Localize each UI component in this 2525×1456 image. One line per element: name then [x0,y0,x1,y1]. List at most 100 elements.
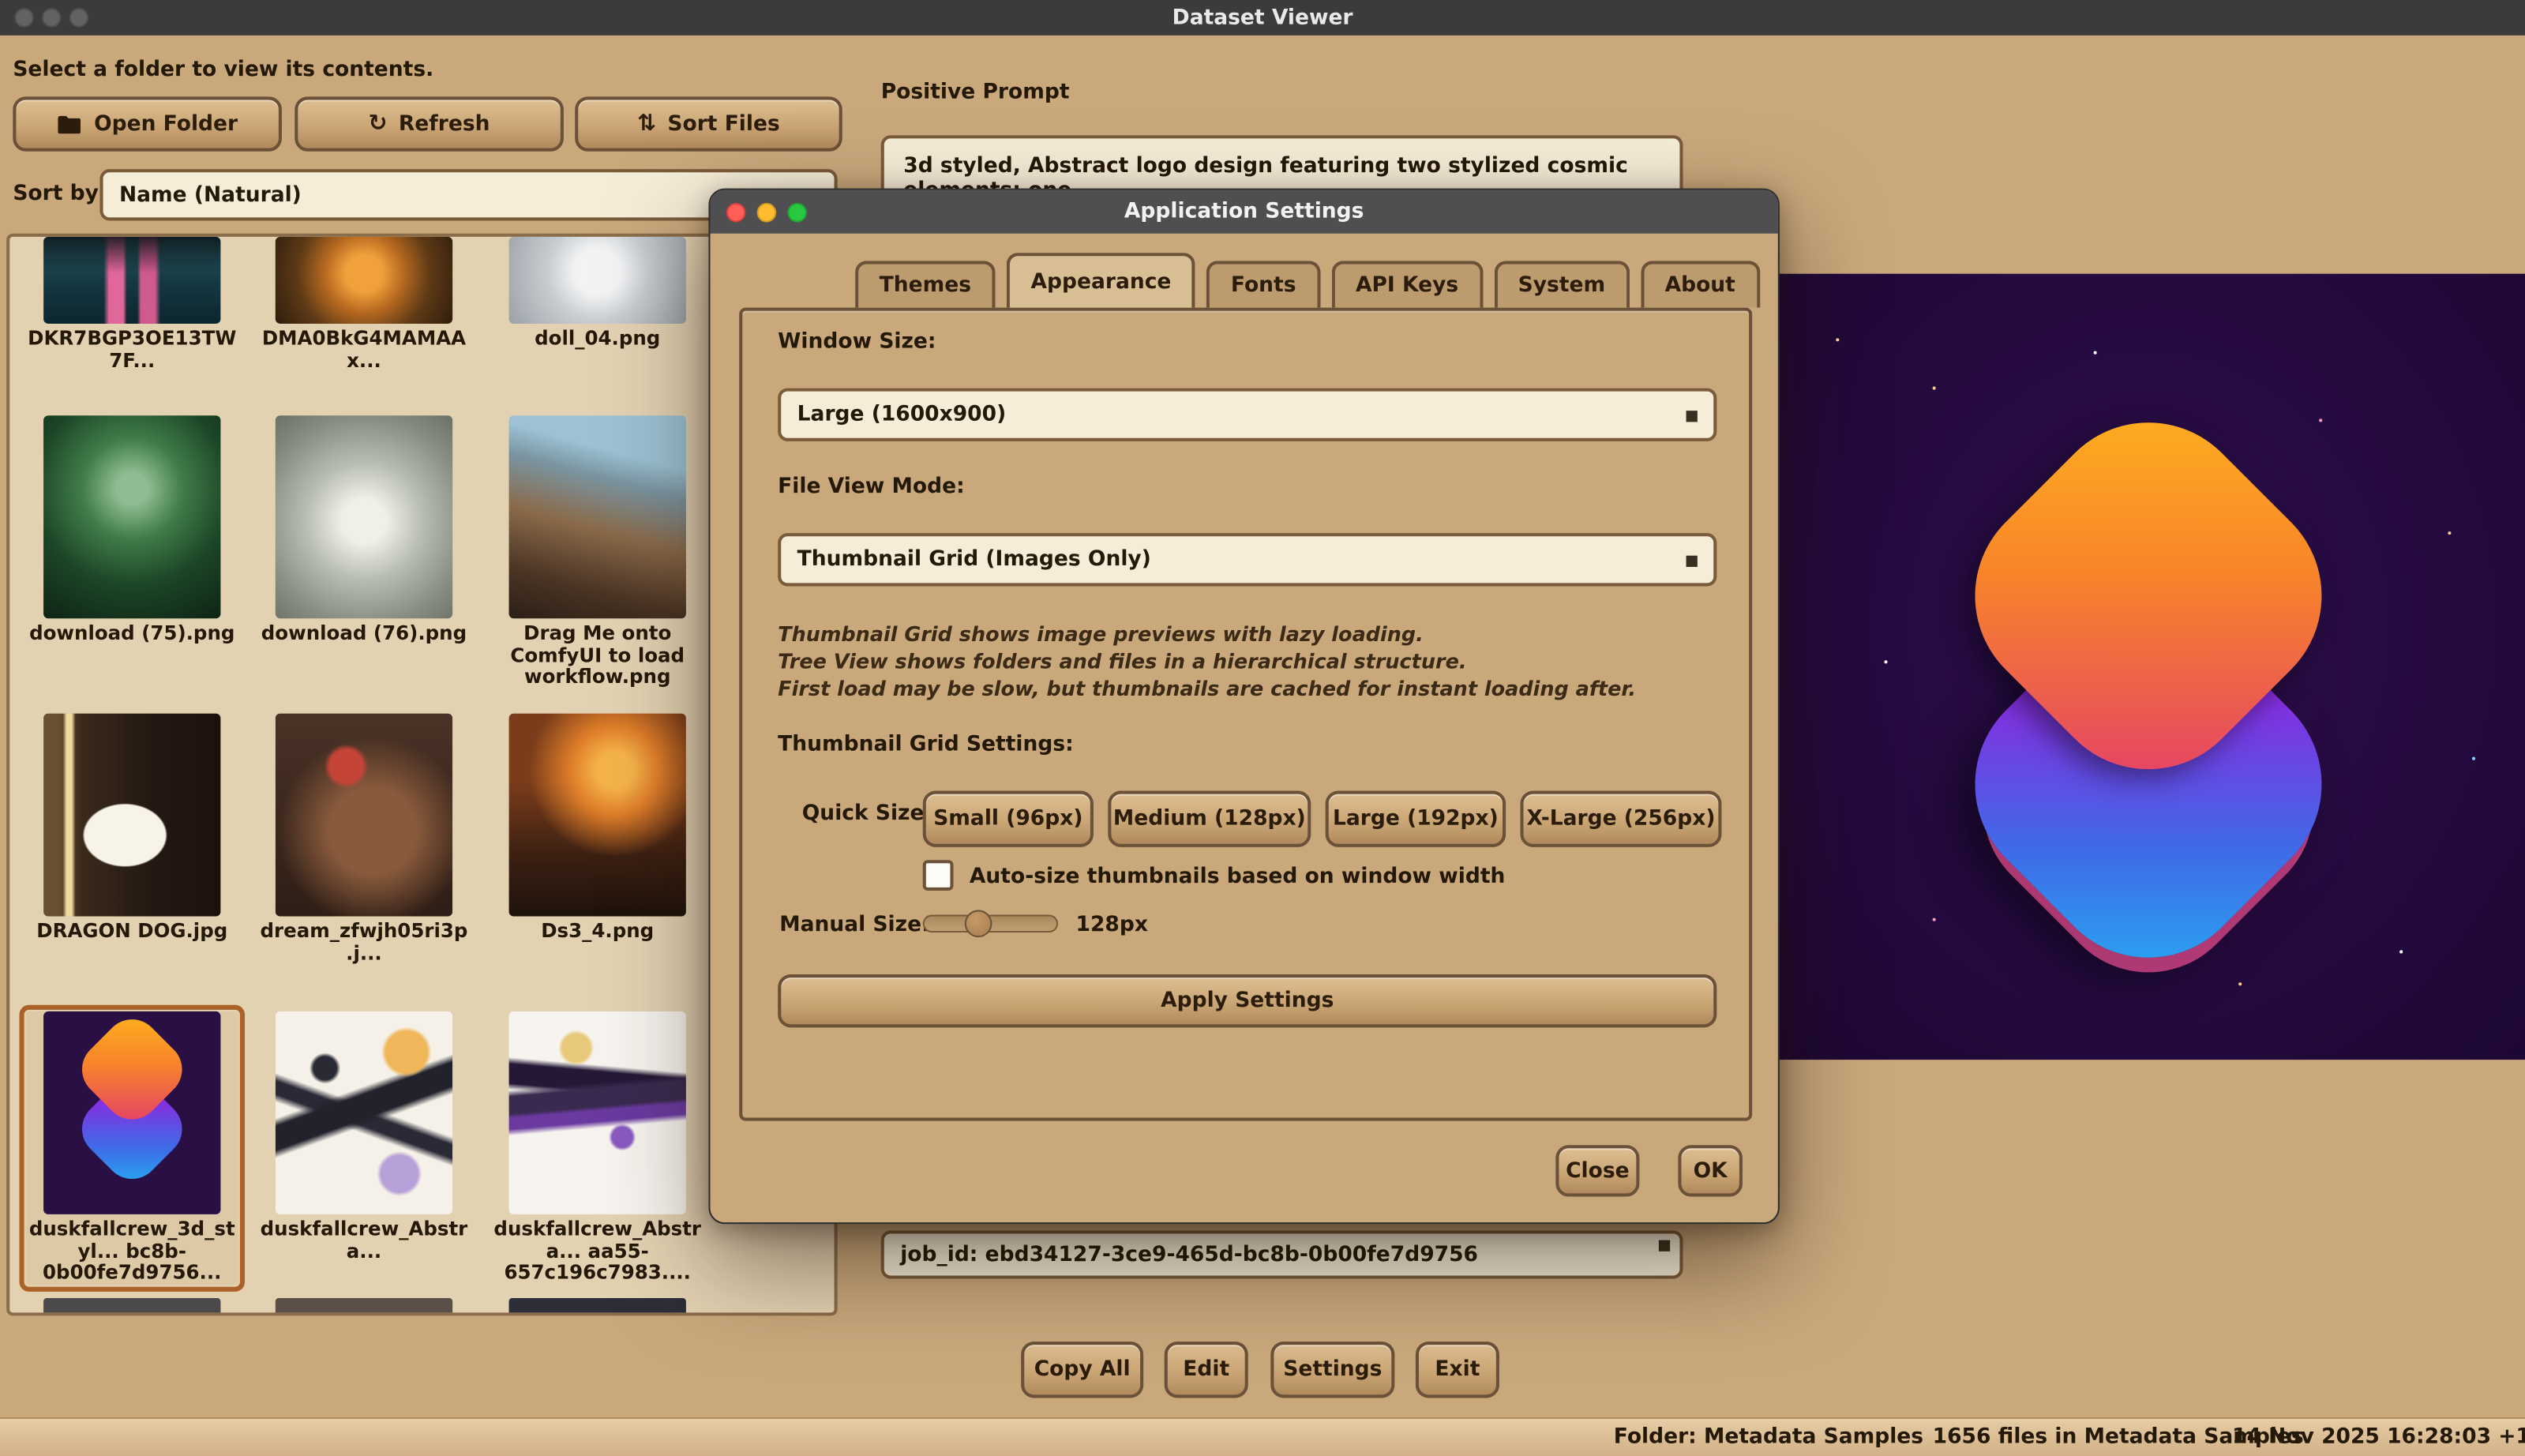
status-bar: Folder: Metadata Samples 1656 files in M… [0,1417,2525,1456]
dialog-minimize-icon[interactable] [757,203,776,222]
dialog-close-label: Close [1566,1159,1630,1184]
sort-files-button[interactable]: ⇅ Sort Files [575,96,842,151]
file-thumbnail [276,415,452,618]
main-titlebar: Dataset Viewer [0,0,2525,36]
dialog-titlebar: Application Settings [711,190,1778,234]
file-cell[interactable]: duskfallcrew_Abstra... aa55-657c196c7983… [491,1011,703,1285]
settings-label: Settings [1283,1357,1382,1382]
file-cell[interactable]: Ds3_4.png [491,714,703,944]
application-settings-dialog: Application Settings Themes Appearance F… [708,189,1779,1225]
file-cell[interactable]: dream_zfwjh05ri3p.j... [257,714,470,965]
status-timestamp: 14 Nov 2025 16:28:03 +1300 [2232,1425,2525,1450]
file-thumbnail [43,237,220,324]
file-name: duskfallcrew_Abstra... [257,1219,470,1263]
file-cell[interactable]: DMA0BkG4MAMAAx... [257,237,470,372]
partial-next-row-thumbnail [276,1298,452,1315]
status-folder: Folder: Metadata Samples [1614,1425,1923,1450]
open-folder-label: Open Folder [94,112,238,137]
file-cell[interactable]: download (76).png [257,415,470,645]
file-thumbnail [509,714,686,917]
file-cell[interactable]: doll_04.png [491,237,703,351]
sort-by-label: Sort by: [13,182,107,206]
star-dots [1836,338,1839,341]
tab-fonts[interactable]: Fonts [1206,261,1320,307]
dialog-close-icon[interactable] [726,203,745,222]
folder-instruction: Select a folder to view its contents. [13,58,433,82]
window-minimize-icon[interactable] [42,8,61,27]
app-window: Dataset Viewer Select a folder to view i… [0,0,2525,1456]
tab-appearance[interactable]: Appearance [1007,253,1195,307]
partial-next-row-thumbnail [509,1298,686,1315]
dialog-window-controls [726,203,807,222]
file-name: Ds3_4.png [491,921,703,944]
file-cell[interactable]: DRAGON DOG.jpg [26,714,238,944]
edit-button[interactable]: Edit [1165,1342,1248,1398]
window-controls [14,8,88,27]
file-thumbnail [509,237,686,324]
file-thumbnail [276,1011,452,1214]
file-thumbnail [509,1011,686,1214]
file-name: DMA0BkG4MAMAAx... [257,328,470,372]
appearance-tab-panel [739,308,1752,1121]
folder-icon [57,114,83,135]
tab-about[interactable]: About [1641,261,1759,307]
file-name: DKR7BGP3OE13TW7F... [26,328,238,372]
sort-icon: ⇅ [637,111,656,137]
file-cell[interactable]: Drag Me onto ComfyUI to load workflow.pn… [491,415,703,689]
tab-label: API Keys [1356,274,1458,298]
dialog-ok-label: OK [1694,1159,1728,1184]
open-folder-button[interactable]: Open Folder [13,96,282,151]
copy-all-button[interactable]: Copy All [1021,1342,1143,1398]
exit-label: Exit [1435,1357,1480,1382]
tab-label: About [1665,274,1735,298]
dialog-zoom-icon[interactable] [787,203,806,222]
sort-by-value: Name (Natural) [119,183,302,208]
tab-label: System [1518,274,1605,298]
settings-tabs: Themes Appearance Fonts API Keys System … [855,253,1759,307]
positive-prompt-label: Positive Prompt [881,81,1070,105]
tab-system[interactable]: System [1494,261,1630,307]
copy-all-label: Copy All [1034,1357,1131,1382]
file-thumbnail [43,714,220,917]
tab-label: Appearance [1031,270,1172,295]
tab-api-keys[interactable]: API Keys [1331,261,1482,307]
file-cell[interactable]: download (75).png [26,415,238,645]
dialog-close-button[interactable]: Close [1555,1145,1639,1196]
job-id-field[interactable]: job_id: ebd34127-3ce9-465d-bc8b-0b00fe7d… [881,1230,1683,1278]
settings-button[interactable]: Settings [1270,1342,1394,1398]
job-id-text: job_id: ebd34127-3ce9-465d-bc8b-0b00fe7d… [900,1243,1478,1267]
refresh-label: Refresh [399,112,490,137]
file-name: Drag Me onto ComfyUI to load workflow.pn… [491,623,703,689]
file-cell[interactable]: DKR7BGP3OE13TW7F... [26,237,238,372]
file-name: dream_zfwjh05ri3p.j... [257,921,470,965]
file-thumbnail [43,415,220,618]
field-scroll-indicator-icon [1659,1240,1670,1251]
exit-button[interactable]: Exit [1416,1342,1499,1398]
file-cell[interactable]: duskfallcrew_Abstra... [257,1011,470,1263]
partial-next-row-thumbnail [43,1298,220,1315]
tab-themes[interactable]: Themes [855,261,996,307]
window-title: Dataset Viewer [0,6,2525,30]
dialog-title: Application Settings [711,200,1778,224]
refresh-button[interactable]: ↻ Refresh [295,96,564,151]
file-name: duskfallcrew_3d_styl... bc8b-0b00fe7d975… [26,1219,238,1285]
tab-label: Fonts [1231,274,1296,298]
file-cell-selected[interactable]: duskfallcrew_3d_styl... bc8b-0b00fe7d975… [26,1011,238,1285]
file-name: duskfallcrew_Abstra... aa55-657c196c7983… [491,1219,703,1285]
file-name: doll_04.png [491,328,703,351]
file-name: download (76).png [257,623,470,645]
window-zoom-icon[interactable] [69,8,88,27]
sort-files-label: Sort Files [667,112,779,137]
dialog-ok-button[interactable]: OK [1678,1145,1743,1196]
tab-label: Themes [880,274,971,298]
file-thumbnail [43,1011,220,1214]
file-name: download (75).png [26,623,238,645]
image-preview-panel [1772,274,2525,1060]
edit-label: Edit [1183,1357,1229,1382]
file-thumbnail [276,714,452,917]
file-thumbnail [509,415,686,618]
refresh-icon: ↻ [369,111,388,137]
file-thumbnail [276,237,452,324]
window-close-icon[interactable] [14,8,33,27]
file-name: DRAGON DOG.jpg [26,921,238,944]
